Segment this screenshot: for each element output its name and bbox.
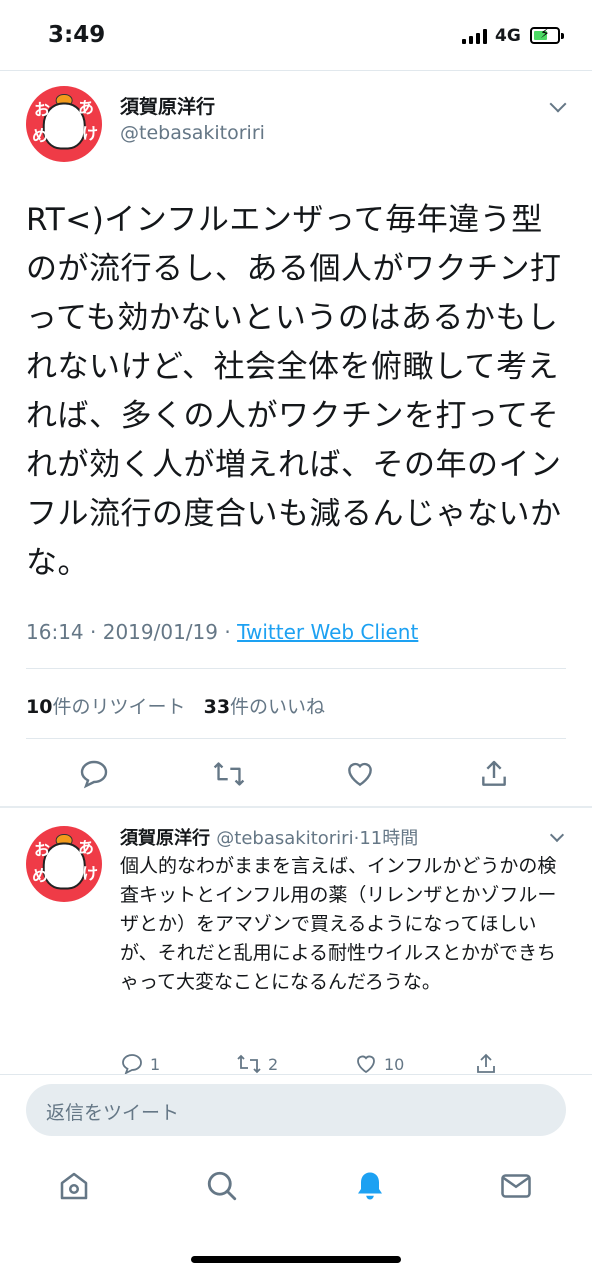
likes-stat[interactable]: 33件のいいね xyxy=(204,696,325,718)
meta-divider xyxy=(26,668,566,669)
tweet-meta: 16:14 · 2019/01/19 · Twitter Web Client xyxy=(26,620,418,644)
reply-count: 1 xyxy=(150,1054,161,1074)
tweet-time: 16:14 xyxy=(26,620,84,644)
reply-retweet-button[interactable]: 2 xyxy=(236,1052,278,1074)
tab-bar xyxy=(0,1150,592,1230)
avatar-char: あ xyxy=(78,98,95,117)
notifications-icon[interactable] xyxy=(352,1168,388,1204)
avatar-char: お xyxy=(34,840,51,859)
search-icon[interactable] xyxy=(204,1168,240,1204)
reply-reply-button[interactable]: 1 xyxy=(120,1052,160,1074)
likes-label: 件のいいね xyxy=(230,696,326,718)
retweet-icon xyxy=(237,1054,261,1074)
share-icon[interactable] xyxy=(478,758,510,790)
reply-icon[interactable] xyxy=(78,758,110,790)
reply-share-button[interactable] xyxy=(474,1052,498,1074)
retweet-icon[interactable] xyxy=(212,758,246,790)
retweets-count: 10 xyxy=(26,696,53,718)
reply-author-name: 須賀原洋行 xyxy=(120,828,210,849)
battery-tip xyxy=(561,33,564,39)
client-link[interactable]: Twitter Web Client xyxy=(237,620,418,644)
avatar[interactable]: お め あ け xyxy=(26,86,102,162)
compose-placeholder: 返信をツイート xyxy=(46,1102,180,1124)
share-icon xyxy=(477,1053,495,1073)
status-time: 3:49 xyxy=(48,22,106,48)
network-type: 4G xyxy=(495,26,521,46)
like-icon[interactable] xyxy=(344,758,376,790)
avatar-char: め xyxy=(32,126,49,145)
actions-divider xyxy=(0,806,592,808)
stats-divider xyxy=(26,738,566,739)
signal-icon xyxy=(462,28,487,44)
avatar-char: け xyxy=(82,124,99,143)
likes-count: 33 xyxy=(203,696,231,718)
messages-icon[interactable] xyxy=(498,1168,534,1204)
reply-compose-input[interactable]: 返信をツイート xyxy=(26,1084,566,1136)
avatar-char: め xyxy=(32,866,49,885)
reply-age: 11時間 xyxy=(359,828,419,849)
avatar-char: お xyxy=(34,100,51,119)
like-icon xyxy=(357,1055,375,1074)
reply-like-button[interactable]: 10 xyxy=(354,1052,404,1074)
reply-icon xyxy=(122,1054,142,1074)
like-count: 10 xyxy=(384,1054,405,1074)
author-handle[interactable]: @tebasakitoriri xyxy=(120,122,265,144)
reply-text: 個人的なわがままを言えば、インフルかどうかの検査キットとインフル用の薬（リレンザ… xyxy=(120,855,557,993)
meta-separator: · xyxy=(224,620,238,644)
tweet-text: RT<)インフルエンザって毎年違う型のが流行るし、ある個人がワクチン打っても効か… xyxy=(26,202,562,581)
compose-divider xyxy=(0,1074,592,1075)
retweet-count: 2 xyxy=(268,1054,279,1074)
tweet-actions xyxy=(0,748,592,800)
status-bar: 3:49 4G ⚡ xyxy=(0,0,592,70)
retweets-stat[interactable]: 10件のリツイート xyxy=(26,696,185,718)
chevron-down-icon[interactable] xyxy=(549,95,567,113)
avatar-char: あ xyxy=(78,838,95,857)
tweet-stats: 10件のリツイート 33件のいいね xyxy=(26,692,325,719)
reply-header[interactable]: 須賀原洋行 @tebasakitoriri·11時間 xyxy=(120,824,418,850)
battery-icon: ⚡ xyxy=(530,26,560,44)
author-name[interactable]: 須賀原洋行 xyxy=(120,92,215,119)
meta-separator: · xyxy=(90,620,103,644)
chevron-down-icon[interactable] xyxy=(549,827,565,843)
reply-author-handle: @tebasakitoriri xyxy=(216,828,354,849)
retweets-label: 件のリツイート xyxy=(52,696,186,718)
tweet-date: 2019/01/19 xyxy=(102,620,218,644)
home-indicator[interactable] xyxy=(191,1256,401,1263)
avatar-char: け xyxy=(82,864,99,883)
reply-actions: 1 2 10 xyxy=(120,1050,570,1074)
header-divider xyxy=(0,70,592,71)
home-icon[interactable] xyxy=(56,1168,92,1204)
reply-avatar[interactable]: お め あ け xyxy=(26,826,102,902)
